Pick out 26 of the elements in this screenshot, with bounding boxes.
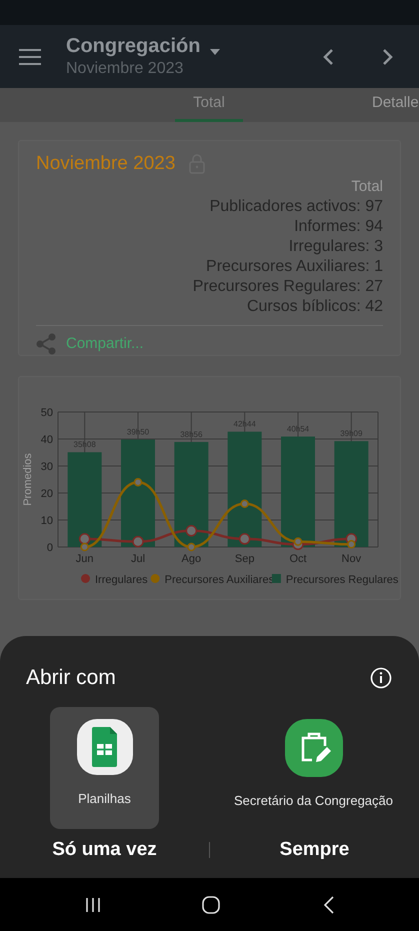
app-option[interactable]: Planilhas bbox=[50, 707, 159, 829]
app-option[interactable]: Secretário da Congregação bbox=[230, 707, 397, 829]
axis-category-label: Jun bbox=[76, 553, 94, 565]
column-header: Total bbox=[351, 177, 383, 197]
legend-label: Precursores Regulares bbox=[286, 574, 398, 586]
title-dropdown[interactable]: Congregación Noviembre 2023 bbox=[66, 34, 220, 80]
axis-category-label: Oct bbox=[289, 553, 307, 565]
sheet-button[interactable]: Só uma vez bbox=[0, 835, 209, 865]
app-subtitle: Noviembre 2023 bbox=[66, 58, 184, 78]
axis-tick-label: 50 bbox=[40, 407, 53, 419]
card-title: Noviembre 2023 bbox=[36, 152, 176, 176]
axis-tick-label: 40 bbox=[40, 434, 53, 446]
sheet-title: Abrir com bbox=[26, 665, 116, 691]
app-title: Congregación bbox=[66, 34, 200, 58]
axis-tick-label: 20 bbox=[40, 488, 53, 500]
axis-category-label: Sep bbox=[234, 553, 254, 565]
axis-category-label: Ago bbox=[182, 553, 202, 565]
axis-category-label: Jul bbox=[130, 553, 146, 565]
axis-title: Promedios bbox=[22, 453, 34, 506]
axis-tick-label: 0 bbox=[46, 542, 53, 554]
axis-category-label: Nov bbox=[342, 553, 362, 565]
sheet-button[interactable]: Sempre bbox=[210, 835, 419, 865]
legend-label: Irregulares bbox=[95, 574, 148, 586]
axis-tick-label: 10 bbox=[40, 515, 53, 527]
axis-tick-label: 30 bbox=[40, 461, 53, 473]
legend-label: Precursores Auxiliares bbox=[164, 574, 274, 586]
